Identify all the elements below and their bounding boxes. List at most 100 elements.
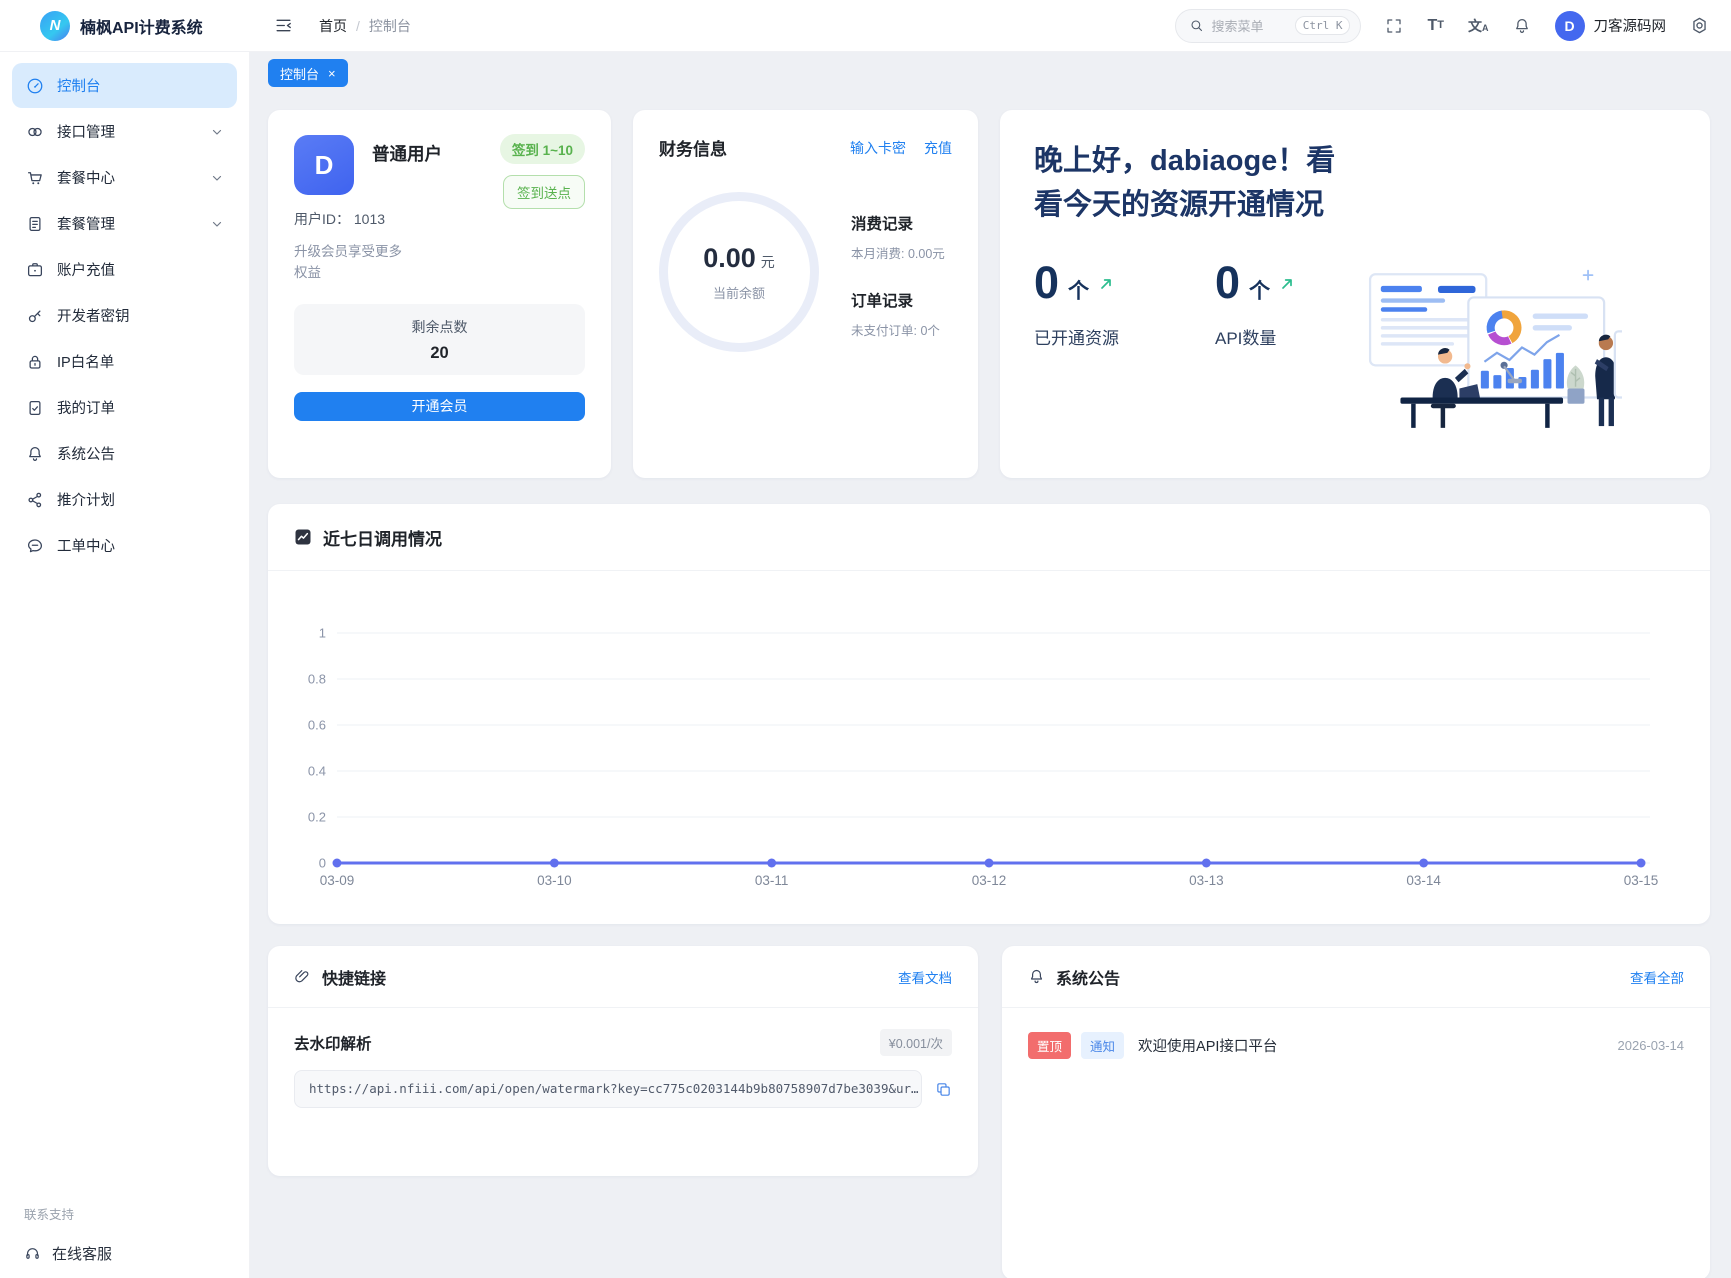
announcement-date: 2026-03-14: [1617, 1038, 1685, 1053]
breadcrumb-home[interactable]: 首页: [319, 16, 347, 36]
sidebar-item-developer-keys[interactable]: 开发者密钥: [12, 293, 237, 338]
bell-icon: [26, 445, 44, 463]
svg-text:0.8: 0.8: [308, 672, 326, 687]
wallet-icon: [26, 261, 44, 279]
dashboard-content: D 普通用户 用户ID： 1013 升级会员享受更多权益 签到 1~10 签到送…: [250, 94, 1731, 1278]
tab-label: 控制台: [280, 66, 320, 82]
stat-unit: 个: [1068, 280, 1090, 303]
svg-text:03-12: 03-12: [972, 873, 1007, 888]
points-box: 剩余点数 20: [294, 303, 585, 375]
order-icon: [26, 399, 44, 417]
sidebar-item-announcements[interactable]: 系统公告: [12, 431, 237, 476]
sidebar-item-api-management[interactable]: 接口管理: [12, 109, 237, 154]
user-name: 刀客源码网: [1593, 19, 1667, 35]
sidebar-footer: 联系支持 在线客服: [0, 1204, 249, 1264]
sidebar-item-label: 账户充值: [57, 263, 115, 279]
online-service-button[interactable]: 在线客服: [24, 1243, 249, 1264]
copy-icon[interactable]: [935, 1081, 952, 1098]
sidebar-item-package-management[interactable]: 套餐管理: [12, 201, 237, 246]
breadcrumb-current: 控制台: [368, 17, 411, 34]
sidebar-item-label: 工单中心: [57, 539, 115, 555]
support-label: 联系支持: [24, 1208, 75, 1222]
trend-up-icon: [1098, 276, 1114, 292]
upgrade-hint: 升级会员享受更多权益: [294, 244, 402, 280]
svg-text:03-14: 03-14: [1406, 873, 1441, 888]
font-size-big: T: [1427, 16, 1438, 34]
stat-label: API数量: [1215, 329, 1277, 348]
tab-dashboard[interactable]: 控制台 ×: [268, 59, 348, 87]
close-icon[interactable]: ×: [328, 67, 336, 80]
fullscreen-icon[interactable]: [1385, 17, 1403, 35]
sidebar-item-ticket-center[interactable]: 工单中心: [12, 523, 237, 568]
sidebar-item-account-recharge[interactable]: 账户充值: [12, 247, 237, 292]
chevron-down-icon: [211, 126, 223, 138]
consume-record-title[interactable]: 消费记录: [851, 212, 945, 234]
headset-icon: [24, 1245, 41, 1262]
translate-latin: A: [1482, 23, 1489, 33]
sidebar-item-ip-whitelist[interactable]: IP白名单: [12, 339, 237, 384]
open-member-button[interactable]: 开通会员: [294, 391, 585, 421]
user-role: 普通用户: [372, 144, 442, 164]
user-menu[interactable]: D 刀客源码网: [1554, 10, 1667, 41]
recharge-link[interactable]: 充值: [924, 138, 952, 158]
breadcrumb: 首页 / 控制台: [319, 16, 411, 36]
balance-unit: 元: [760, 253, 775, 270]
gauge-icon: [26, 77, 44, 95]
announcements-card: 系统公告 查看全部 置顶 通知 欢迎使用API接口平台 2026-03-14: [1002, 946, 1710, 1278]
tab-bar: 控制台 ×: [250, 52, 1731, 94]
stat-api-count: 0 个 API数量: [1215, 257, 1295, 349]
lock-icon: [26, 353, 44, 371]
balance-value: 0.00: [703, 242, 756, 273]
svg-text:03-13: 03-13: [1189, 873, 1224, 888]
api-url-field[interactable]: https://api.nfiii.com/api/open/watermark…: [294, 1070, 922, 1108]
sidebar-item-label: IP白名单: [57, 355, 115, 371]
menu-fold-icon[interactable]: [274, 16, 293, 35]
svg-text:1: 1: [319, 626, 326, 641]
gear-icon[interactable]: [1690, 16, 1709, 35]
search-shortcut: Ctrl K: [1294, 16, 1351, 35]
announcement-row[interactable]: 置顶 通知 欢迎使用API接口平台 2026-03-14: [1002, 1008, 1710, 1059]
svg-text:0.2: 0.2: [308, 810, 326, 825]
order-record-title[interactable]: 订单记录: [851, 289, 945, 311]
view-docs-link[interactable]: 查看文档: [898, 967, 952, 987]
stat-value: 0: [1215, 257, 1241, 308]
points-label: 剩余点数: [411, 318, 468, 335]
balance-label: 当前余额: [712, 285, 765, 301]
sidebar-item-label: 控制台: [57, 79, 101, 95]
chart-title: 近七日调用情况: [323, 529, 442, 549]
avatar: D: [1554, 10, 1585, 41]
sidebar-item-my-orders[interactable]: 我的订单: [12, 385, 237, 430]
svg-text:03-10: 03-10: [537, 873, 572, 888]
sidebar-item-package-center[interactable]: 套餐中心: [12, 155, 237, 200]
checkin-button[interactable]: 签到送点: [503, 175, 585, 209]
sidebar-item-referral-program[interactable]: 推介计划: [12, 477, 237, 522]
announcement-title: 欢迎使用API接口平台: [1138, 1039, 1278, 1055]
svg-text:03-15: 03-15: [1624, 873, 1659, 888]
view-all-link[interactable]: 查看全部: [1630, 967, 1684, 987]
share-icon: [26, 491, 44, 509]
translate-icon[interactable]: 文A: [1468, 19, 1489, 33]
cart-icon: [26, 169, 44, 187]
sidebar-item-dashboard[interactable]: 控制台: [12, 63, 237, 108]
greeting-card: 晚上好，dabiaoge！看看今天的资源开通情况 0 个 已开通资源 0 个 A…: [1000, 110, 1710, 478]
font-size-icon[interactable]: TT: [1427, 16, 1444, 34]
svg-text:0: 0: [319, 856, 326, 871]
ticket-chat-icon: [26, 537, 44, 555]
sidebar-item-label: 接口管理: [57, 125, 115, 141]
top-header: N 楠枫API计费系统 首页 / 控制台 搜索菜单 Ctrl K TT 文A D…: [0, 0, 1731, 52]
sidebar-item-label: 套餐中心: [57, 171, 115, 187]
balance-circle: 0.00 元 当前余额: [659, 192, 819, 352]
user-id-value: 1013: [353, 211, 386, 227]
user-card: D 普通用户 用户ID： 1013 升级会员享受更多权益 签到 1~10 签到送…: [268, 110, 611, 478]
stat-label: 已开通资源: [1034, 329, 1119, 348]
chevron-down-icon: [211, 218, 223, 230]
search-input[interactable]: 搜索菜单 Ctrl K: [1175, 8, 1362, 43]
search-placeholder: 搜索菜单: [1211, 19, 1264, 34]
chart-badge-icon: [294, 528, 312, 546]
quick-links-title: 快捷链接: [322, 970, 387, 988]
sidebar-item-label: 推介计划: [57, 493, 115, 509]
notification-bell-icon[interactable]: [1513, 17, 1531, 35]
card-key-link[interactable]: 输入卡密: [850, 138, 906, 158]
api-item-name: 去水印解析: [294, 1035, 372, 1053]
sidebar: 控制台 接口管理 套餐中心 套餐管理 账户充值 开发者密钥 IP白名单 我的订单…: [0, 52, 250, 1278]
